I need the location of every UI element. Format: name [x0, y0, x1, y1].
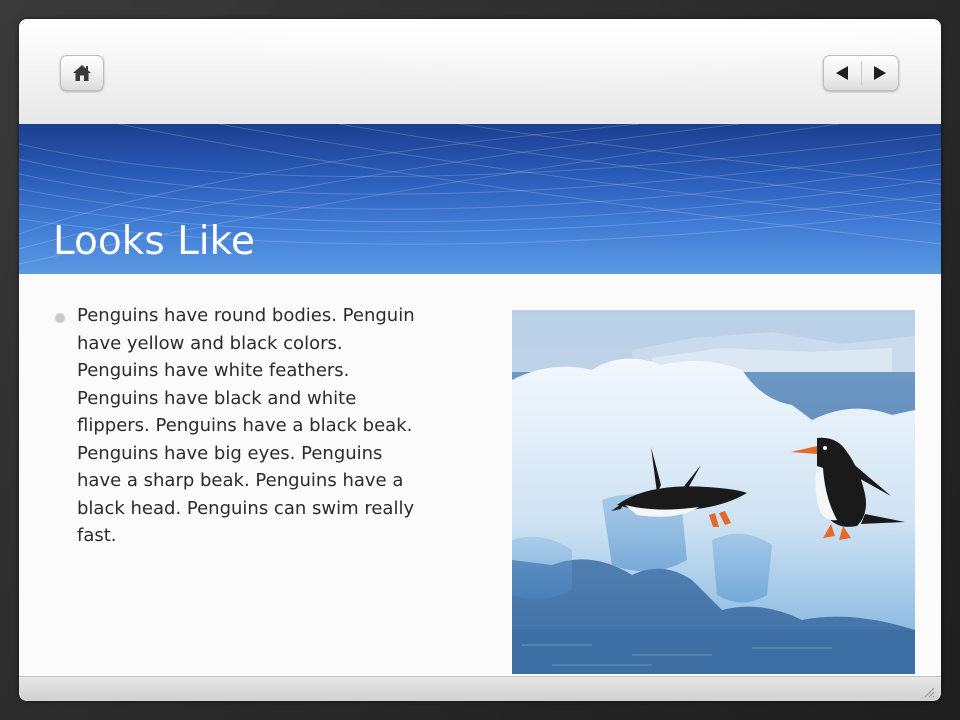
- title-band: Looks Like: [19, 124, 941, 274]
- bullet-marker: [55, 313, 65, 323]
- triangle-left-icon: [836, 66, 849, 80]
- slide-title: Looks Like: [53, 219, 255, 264]
- toolbar-highlight: [19, 19, 941, 124]
- slide-content: Penguins have round bodies. Penguin have…: [19, 274, 941, 676]
- home-icon: [73, 65, 91, 81]
- bullet-list: Penguins have round bodies. Penguin have…: [55, 302, 425, 550]
- slide: Looks Like Penguins have round bodies. P…: [19, 19, 941, 701]
- triangle-right-icon: [873, 66, 886, 80]
- next-slide-button[interactable]: [861, 56, 898, 90]
- penguins-image: [512, 310, 915, 674]
- penguins-photo: [512, 310, 915, 674]
- slide-nav-buttons: [823, 55, 899, 91]
- resize-grip-icon[interactable]: [923, 686, 935, 698]
- previous-slide-button[interactable]: [824, 56, 861, 90]
- bottom-status-bar: [19, 676, 941, 701]
- bullet-text: Penguins have round bodies. Penguin have…: [77, 305, 415, 546]
- home-button[interactable]: [60, 55, 104, 91]
- top-toolbar: [19, 19, 941, 124]
